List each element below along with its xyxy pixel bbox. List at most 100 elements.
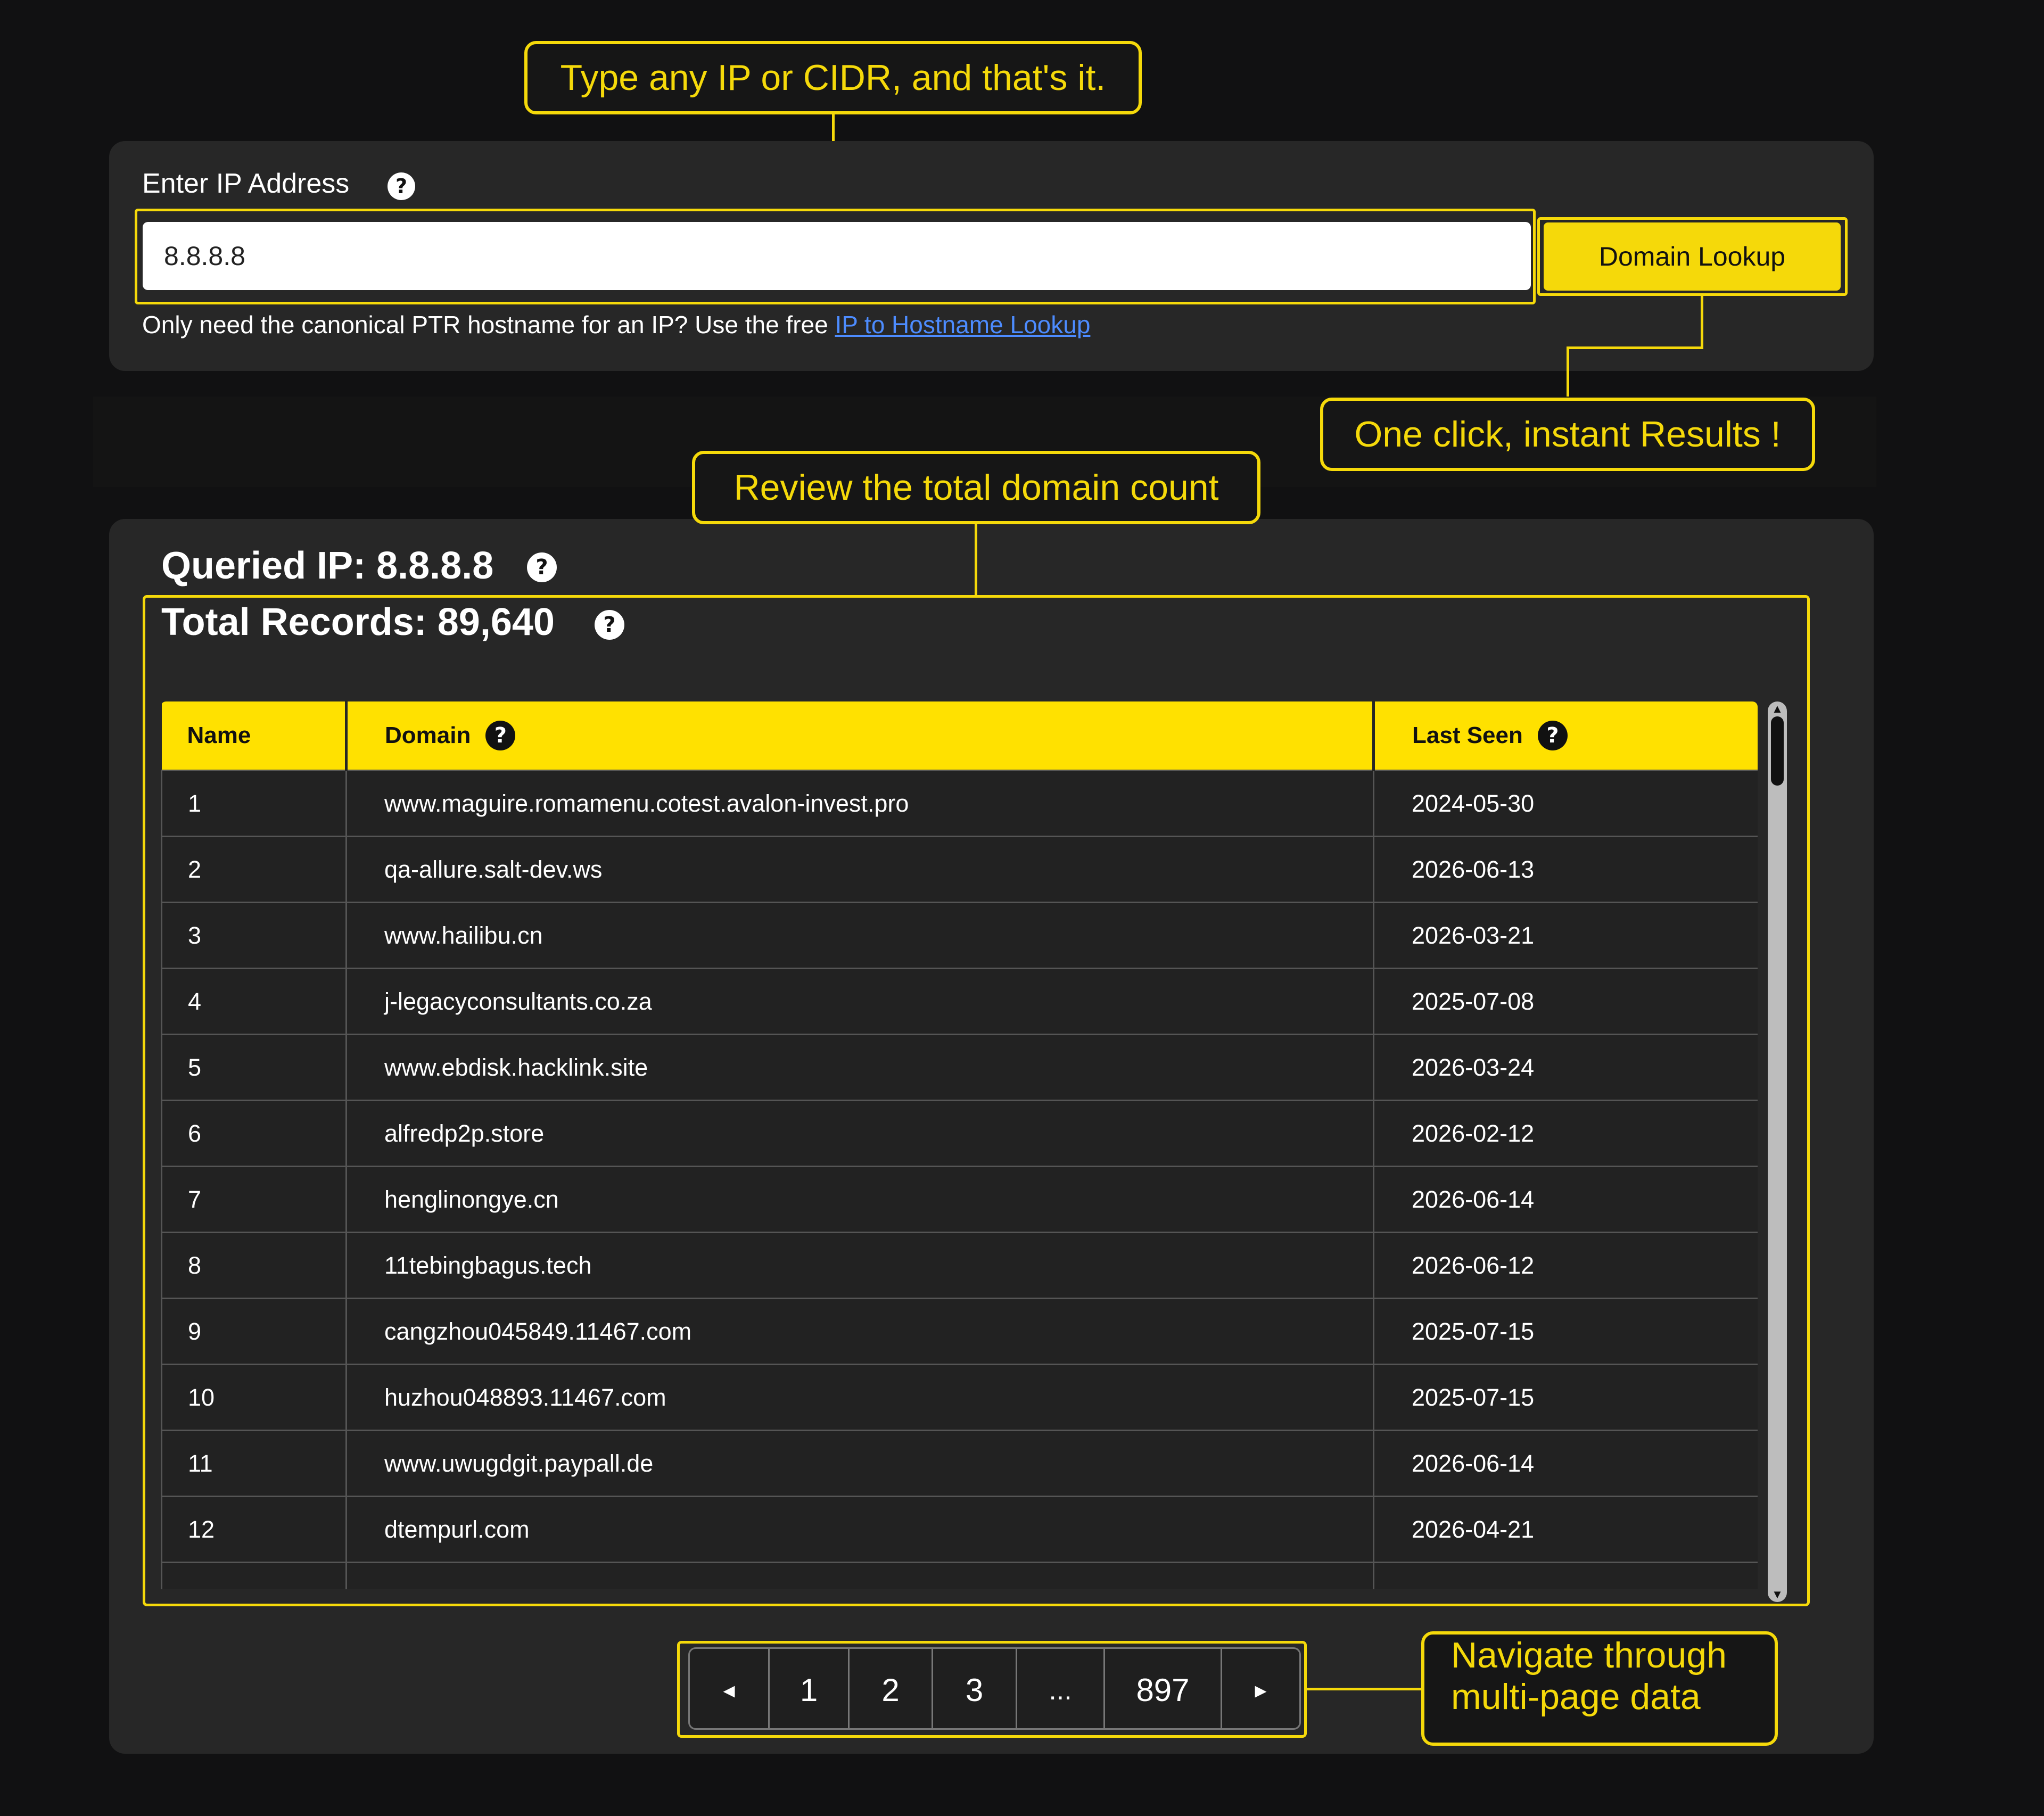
cell-domain[interactable]: qa-allure.salt-dev.ws (345, 836, 1374, 903)
cell-name: 10 (161, 1364, 347, 1431)
scroll-up-arrow-icon[interactable]: ▲ (1771, 703, 1784, 715)
column-header-domain[interactable]: Domain? (346, 701, 1375, 771)
callout-navigate: Navigate through multi-page data (1421, 1631, 1778, 1746)
cell-last-seen: 2026-02-12 (1373, 1100, 1758, 1167)
table-header-row: Name Domain? Last Seen? (161, 701, 1758, 771)
column-header-label: Domain (385, 722, 471, 748)
queried-ip-heading: Queried IP: 8.8.8.8 (161, 544, 494, 587)
hostname-hint: Only need the canonical PTR hostname for… (142, 310, 1090, 339)
ip-address-label: Enter IP Address (142, 168, 350, 199)
previous-page-icon[interactable]: ◂ (690, 1649, 770, 1728)
cell-name: 4 (161, 968, 347, 1035)
cell-domain[interactable]: henglinongye.cn (345, 1166, 1374, 1233)
table-row[interactable]: 4 j-legacyconsultants.co.za 2025-07-08 (161, 968, 1758, 1035)
table-row[interactable]: 8 11tebingbagus.tech 2026-06-12 (161, 1232, 1758, 1299)
page-button-2[interactable]: 2 (850, 1649, 933, 1728)
table-row[interactable]: 6 alfredp2p.store 2026-02-12 (161, 1100, 1758, 1167)
table-row[interactable] (161, 1562, 1758, 1589)
cell-name: 3 (161, 902, 347, 969)
scroll-down-arrow-icon[interactable]: ▼ (1771, 1588, 1784, 1601)
callout-navigate-text: multi-page data (1451, 1677, 1701, 1718)
ip-address-input[interactable] (143, 222, 1531, 290)
connector-line (1701, 296, 1703, 349)
cell-domain[interactable]: www.maguire.romamenu.cotest.avalon-inves… (345, 770, 1374, 837)
cell-last-seen: 2026-04-21 (1373, 1496, 1758, 1563)
connector-line (1568, 346, 1703, 349)
callout-navigate-text: Navigate through (1451, 1635, 1727, 1675)
callout-type-ip: Type any IP or CIDR, and that's it. (524, 41, 1142, 114)
table-row[interactable]: 10 huzhou048893.11467.com 2025-07-15 (161, 1364, 1758, 1431)
hint-text: Only need the canonical PTR hostname for… (142, 311, 835, 339)
cell-name: 2 (161, 836, 347, 903)
cell-last-seen (1373, 1562, 1758, 1589)
help-icon[interactable]: ? (388, 172, 415, 200)
ip-to-hostname-link[interactable]: IP to Hostname Lookup (835, 311, 1091, 339)
table-row[interactable]: 3 www.hailibu.cn 2026-03-21 (161, 902, 1758, 969)
help-icon[interactable]: ? (595, 610, 624, 640)
table-row[interactable]: 11 www.uwugdgit.paypall.de 2026-06-14 (161, 1430, 1758, 1497)
table-row[interactable]: 12 dtempurl.com 2026-04-21 (161, 1496, 1758, 1563)
page-ellipsis: ... (1017, 1649, 1105, 1728)
cell-domain[interactable]: www.uwugdgit.paypall.de (345, 1430, 1374, 1497)
page-button-last[interactable]: 897 (1105, 1649, 1222, 1728)
callout-click-text: One click, instant Results ! (1354, 414, 1781, 455)
column-header-name[interactable]: Name (161, 701, 348, 771)
column-header-label: Last Seen (1412, 722, 1523, 748)
cell-name: 11 (161, 1430, 347, 1497)
cell-last-seen: 2026-06-13 (1373, 836, 1758, 903)
cell-name: 8 (161, 1232, 347, 1299)
cell-last-seen: 2026-06-14 (1373, 1430, 1758, 1497)
cell-last-seen: 2025-07-15 (1373, 1364, 1758, 1431)
cell-name: 9 (161, 1298, 347, 1365)
cell-name: 5 (161, 1034, 347, 1101)
cell-last-seen: 2026-06-14 (1373, 1166, 1758, 1233)
cell-name: 1 (161, 770, 347, 837)
help-icon[interactable]: ? (485, 721, 516, 750)
table-row[interactable]: 1 www.maguire.romamenu.cotest.avalon-inve… (161, 770, 1758, 837)
cell-domain[interactable]: j-legacyconsultants.co.za (345, 968, 1374, 1035)
cell-name (161, 1562, 347, 1589)
callout-review-text: Review the total domain count (733, 467, 1219, 508)
cell-last-seen: 2026-06-12 (1373, 1232, 1758, 1299)
cell-domain[interactable]: alfredp2p.store (345, 1100, 1374, 1167)
table-row[interactable]: 9 cangzhou045849.11467.com 2025-07-15 (161, 1298, 1758, 1365)
table-scrollbar[interactable] (1768, 701, 1787, 1602)
cell-domain[interactable]: huzhou048893.11467.com (345, 1364, 1374, 1431)
callout-review-count: Review the total domain count (692, 451, 1260, 524)
cell-last-seen: 2026-03-21 (1373, 902, 1758, 969)
cell-domain[interactable] (345, 1562, 1374, 1589)
callout-one-click: One click, instant Results ! (1320, 398, 1815, 471)
cell-last-seen: 2025-07-08 (1373, 968, 1758, 1035)
cell-last-seen: 2026-03-24 (1373, 1034, 1758, 1101)
help-icon[interactable]: ? (527, 552, 557, 582)
column-header-last-seen[interactable]: Last Seen? (1373, 701, 1758, 771)
cell-name: 6 (161, 1100, 347, 1167)
connector-line (1307, 1688, 1421, 1690)
scrollbar-thumb[interactable] (1771, 716, 1784, 786)
table-body: 1 www.maguire.romamenu.cotest.avalon-inve… (161, 770, 1758, 1589)
cell-domain[interactable]: www.hailibu.cn (345, 902, 1374, 969)
page-button-1[interactable]: 1 (770, 1649, 850, 1728)
help-icon[interactable]: ? (1537, 721, 1568, 750)
cell-domain[interactable]: dtempurl.com (345, 1496, 1374, 1563)
results-table: Name Domain? Last Seen? 1 www.maguire.rom… (161, 701, 1758, 1589)
table-row[interactable]: 7 henglinongye.cn 2026-06-14 (161, 1166, 1758, 1233)
table-row[interactable]: 5 www.ebdisk.hacklink.site 2026-03-24 (161, 1034, 1758, 1101)
cell-name: 12 (161, 1496, 347, 1563)
cell-domain[interactable]: 11tebingbagus.tech (345, 1232, 1374, 1299)
table-row[interactable]: 2 qa-allure.salt-dev.ws 2026-06-13 (161, 836, 1758, 903)
callout-type-text: Type any IP or CIDR, and that's it. (560, 57, 1106, 98)
domain-lookup-button[interactable]: Domain Lookup (1544, 222, 1841, 291)
column-header-label: Name (187, 722, 251, 748)
cell-domain[interactable]: www.ebdisk.hacklink.site (345, 1034, 1374, 1101)
cell-name: 7 (161, 1166, 347, 1233)
connector-line (975, 524, 977, 596)
cell-domain[interactable]: cangzhou045849.11467.com (345, 1298, 1374, 1365)
results-table-container[interactable]: Name Domain? Last Seen? 1 www.maguire.rom… (161, 701, 1758, 1589)
next-page-icon[interactable]: ▸ (1222, 1649, 1299, 1728)
page-button-3[interactable]: 3 (933, 1649, 1017, 1728)
cell-last-seen: 2024-05-30 (1373, 770, 1758, 837)
connector-line (1567, 346, 1569, 400)
total-records-heading: Total Records: 89,640 (161, 601, 555, 643)
cell-last-seen: 2025-07-15 (1373, 1298, 1758, 1365)
